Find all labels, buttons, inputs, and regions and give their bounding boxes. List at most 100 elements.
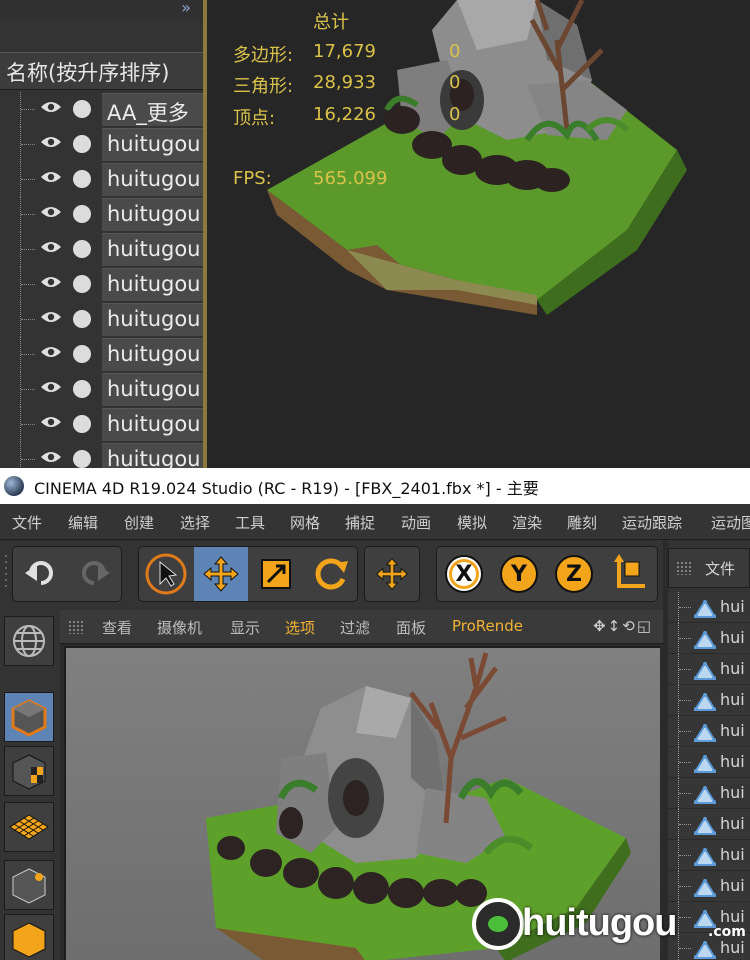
menu-item[interactable]: 模拟 (457, 512, 487, 533)
viewport-menu-item[interactable]: 选项 (285, 617, 315, 638)
model-mode-button[interactable] (4, 616, 54, 666)
object-row[interactable]: huitugou (0, 267, 203, 302)
object-row[interactable]: huitugou (0, 407, 203, 442)
object-row[interactable]: huitugou (0, 162, 203, 197)
viewport-menu-item[interactable]: 显示 (230, 617, 260, 638)
name-column-header[interactable]: 名称(按升序排序) (0, 52, 203, 90)
object-row[interactable]: hui (668, 592, 750, 623)
render-dot-icon[interactable] (73, 450, 91, 468)
object-row[interactable]: hui (668, 778, 750, 809)
menu-item[interactable]: 选择 (180, 512, 210, 533)
object-name-cell[interactable]: huitugou (102, 163, 203, 196)
viewport-menu-item[interactable]: 面板 (396, 617, 426, 638)
panel-grip-icon[interactable] (68, 620, 84, 634)
render-dot-icon[interactable] (73, 170, 91, 188)
file-menu[interactable]: 文件 (705, 558, 735, 579)
eye-visibility-icon[interactable] (40, 205, 62, 219)
eye-visibility-icon[interactable] (40, 345, 62, 359)
object-name-cell[interactable]: huitugou (102, 373, 203, 406)
eye-visibility-icon[interactable] (40, 380, 62, 394)
edges-mode-button[interactable] (4, 914, 54, 960)
last-tool-button[interactable] (365, 547, 419, 601)
menu-item[interactable]: 创建 (124, 512, 154, 533)
move-tool-button[interactable] (194, 547, 248, 601)
object-name-cell[interactable]: huitugou (102, 128, 203, 161)
toolbar-grip[interactable] (4, 546, 10, 602)
eye-visibility-icon[interactable] (40, 275, 62, 289)
menu-item[interactable]: 网格 (290, 512, 320, 533)
expand-chevron-icon[interactable]: » (181, 0, 191, 17)
render-dot-icon[interactable] (73, 345, 91, 363)
menu-item[interactable]: 运动跟踪 (622, 512, 682, 533)
object-name-cell[interactable]: AA_更多 (102, 93, 203, 126)
viewport-menu-item[interactable]: 查看 (102, 617, 132, 638)
object-row[interactable]: hui (668, 809, 750, 840)
eye-visibility-icon[interactable] (40, 310, 62, 324)
eye-visibility-icon[interactable] (40, 415, 62, 429)
eye-visibility-icon[interactable] (40, 240, 62, 254)
render-dot-icon[interactable] (73, 205, 91, 223)
z-axis-button[interactable]: Z (547, 547, 601, 601)
render-dot-icon[interactable] (73, 135, 91, 153)
render-dot-icon[interactable] (73, 100, 91, 118)
object-row[interactable]: hui (668, 840, 750, 871)
object-row[interactable]: huitugou (0, 127, 203, 162)
rotate-tool-button[interactable] (304, 547, 358, 601)
object-name-cell[interactable]: huitugou (102, 408, 203, 441)
render-dot-icon[interactable] (73, 380, 91, 398)
object-name-cell[interactable]: huitugou (102, 198, 203, 231)
object-name-cell[interactable]: huitugou (102, 233, 203, 266)
object-row[interactable]: hui (668, 716, 750, 747)
object-row[interactable]: hui (668, 654, 750, 685)
object-row[interactable]: AA_更多 (0, 92, 203, 127)
menu-item[interactable]: 雕刻 (567, 512, 597, 533)
render-dot-icon[interactable] (73, 415, 91, 433)
object-row[interactable]: hui (668, 747, 750, 778)
coordinate-system-button[interactable] (602, 547, 656, 601)
menu-item[interactable]: 渲染 (512, 512, 542, 533)
undo-button[interactable] (13, 547, 67, 601)
points-mode-button[interactable] (4, 860, 54, 910)
object-row[interactable]: huitugou (0, 337, 203, 372)
eye-visibility-icon[interactable] (40, 450, 62, 464)
menu-item[interactable]: 工具 (235, 512, 265, 533)
viewport-zoom[interactable]: 总计 多边形: 17,679 0 三角形: 28,933 0 顶点: 16,22… (207, 0, 750, 468)
object-mode-button[interactable] (4, 692, 54, 742)
viewport-menu-item[interactable]: 摄像机 (157, 617, 202, 638)
panel-grip-icon[interactable] (676, 561, 692, 575)
menu-item[interactable]: 运动图 (711, 512, 750, 533)
eye-visibility-icon[interactable] (40, 100, 62, 114)
scale-tool-button[interactable] (249, 547, 303, 601)
menu-item[interactable]: 动画 (401, 512, 431, 533)
menu-item[interactable]: 捕捉 (345, 512, 375, 533)
object-row[interactable]: huitugou (0, 442, 203, 468)
render-dot-icon[interactable] (73, 310, 91, 328)
eye-visibility-icon[interactable] (40, 135, 62, 149)
huitugou-watermark: huitugou .com (472, 898, 750, 960)
object-name-cell[interactable]: huitugou (102, 303, 203, 336)
object-row[interactable]: huitugou (0, 302, 203, 337)
object-row[interactable]: huitugou (0, 232, 203, 267)
y-axis-button[interactable]: Y (492, 547, 546, 601)
menu-item[interactable]: 编辑 (68, 512, 98, 533)
object-name-cell[interactable]: huitugou (102, 443, 203, 468)
eye-visibility-icon[interactable] (40, 170, 62, 184)
render-dot-icon[interactable] (73, 275, 91, 293)
viewport-navigation-icons[interactable]: ✥↕⟲◱ (593, 617, 653, 635)
object-row[interactable]: hui (668, 685, 750, 716)
object-row[interactable]: huitugou (0, 197, 203, 232)
viewport-menu-item[interactable]: 过滤 (340, 617, 370, 638)
object-row[interactable]: huitugou (0, 372, 203, 407)
texture-mode-button[interactable] (4, 746, 54, 796)
render-dot-icon[interactable] (73, 240, 91, 258)
x-axis-button[interactable]: X (437, 547, 491, 601)
object-row[interactable]: hui (668, 623, 750, 654)
menu-item[interactable]: 文件 (12, 512, 42, 533)
redo-button[interactable] (68, 547, 122, 601)
select-tool-button[interactable] (139, 547, 193, 601)
object-name-cell[interactable]: huitugou (102, 268, 203, 301)
object-name-cell[interactable]: huitugou (102, 338, 203, 371)
move-icon (376, 558, 408, 590)
viewport-menu-item[interactable]: ProRende (452, 617, 523, 635)
workplane-mode-button[interactable] (4, 802, 54, 852)
